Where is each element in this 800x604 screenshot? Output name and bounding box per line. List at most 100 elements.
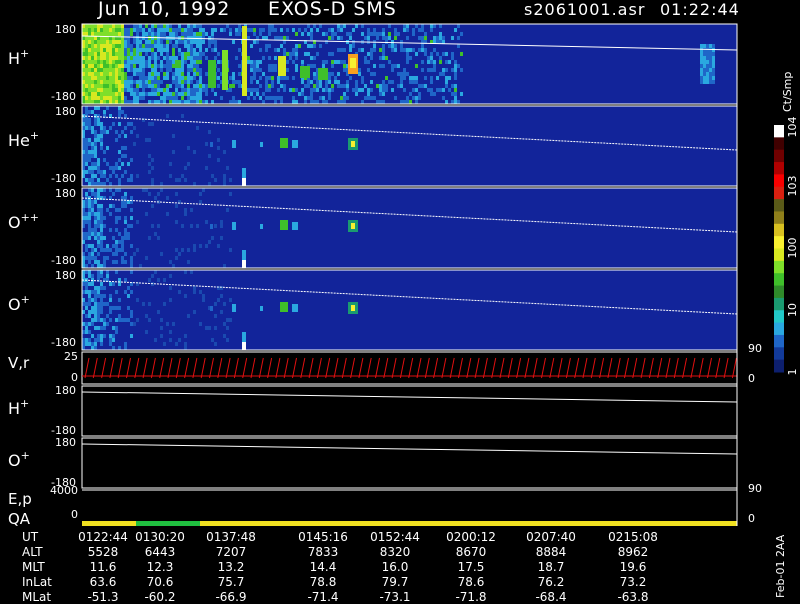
spectrogram-cell (181, 84, 184, 88)
spectrogram-cell (193, 48, 196, 52)
spectrogram-cell (124, 100, 127, 104)
spectrogram-cell (358, 48, 361, 52)
spectrogram-cell (94, 182, 97, 186)
spectrogram-cell (442, 52, 445, 56)
spectrogram-cell (103, 150, 106, 154)
spectrogram-cell (211, 338, 214, 342)
spectrogram-cell (130, 322, 133, 326)
spectrogram-cell (361, 80, 364, 84)
spectrogram-cell (403, 68, 406, 72)
spectrogram-cell (88, 64, 91, 68)
spectrogram-cell (175, 248, 178, 252)
spectrogram-feature (242, 26, 247, 96)
spectrogram-cell (88, 40, 91, 44)
spectrogram-cell (97, 44, 100, 48)
spectrogram-cell (193, 96, 196, 100)
spectrogram-cell (109, 28, 112, 32)
spectrogram-cell (133, 40, 136, 44)
spectrogram-cell (100, 286, 103, 290)
spectrogram-cell (139, 36, 142, 40)
spectrogram-cell (169, 174, 172, 178)
spectrogram-cell (124, 56, 127, 60)
spectrogram-cell (196, 84, 199, 88)
spectrogram-cell (115, 60, 118, 64)
spectrogram-cell (97, 178, 100, 182)
spectrogram-cell (172, 264, 175, 268)
spectrogram-cell (265, 88, 268, 92)
spectrogram-cell (190, 68, 193, 72)
spectrogram-cell (271, 96, 274, 100)
spectrogram-cell (100, 44, 103, 48)
spectrogram-cell (193, 150, 196, 154)
spectrogram-cell (259, 96, 262, 100)
spectrogram-cell (382, 52, 385, 56)
spectrogram-cell (427, 88, 430, 92)
spectrogram-cell (205, 32, 208, 36)
spectrogram-cell (91, 248, 94, 252)
spectrogram-cell (268, 76, 271, 80)
spectrogram-cell (277, 88, 280, 92)
spectrogram-cell (337, 84, 340, 88)
spectrogram-cell (100, 92, 103, 96)
spectrogram-cell (139, 24, 142, 28)
spectrogram-cell (88, 244, 91, 248)
spectrogram-cell (145, 212, 148, 216)
spectrogram-cell (424, 84, 427, 88)
spectrogram-cell (124, 84, 127, 88)
spectrogram-cell (313, 88, 316, 92)
colorbar-segment (774, 149, 784, 163)
spectrogram-cell (166, 212, 169, 216)
spectrogram-cell (181, 88, 184, 92)
spectrogram-cell (211, 28, 214, 32)
colorbar-segment (774, 236, 784, 249)
spectrogram-cell (148, 192, 151, 196)
spectrogram-cell (106, 80, 109, 84)
spectrogram-cell (403, 72, 406, 76)
spectrogram-cell (148, 302, 151, 306)
spectrogram-cell (229, 32, 232, 36)
spectrogram-cell (451, 92, 454, 96)
spectrogram-cell (127, 44, 130, 48)
spectrogram-cell (142, 48, 145, 52)
spectrogram-cell (427, 68, 430, 72)
spectrogram-cell (94, 166, 97, 170)
spectrogram-cell (217, 76, 220, 80)
spectrogram-feature (351, 141, 355, 147)
info-value: -71.8 (455, 590, 487, 604)
spectrogram-feature (300, 66, 310, 78)
spectrogram-cell (94, 302, 97, 306)
spectrogram-cell (385, 76, 388, 80)
spectrogram-cell (190, 60, 193, 64)
spectrogram-cell (130, 270, 133, 274)
spectrogram-cell (190, 56, 193, 60)
spectrogram-cell (334, 80, 337, 84)
spectrogram-cell (85, 146, 88, 150)
spectrogram-cell (166, 96, 169, 100)
spectrogram-cell (160, 252, 163, 256)
spectrogram-cell (97, 196, 100, 200)
spectrogram-cell (100, 248, 103, 252)
spectrogram-cell (112, 282, 115, 286)
spectrogram-cell (130, 44, 133, 48)
spectrogram-cell (169, 64, 172, 68)
info-value: 7207 (215, 545, 247, 559)
spectrogram-cell (103, 256, 106, 260)
spectrogram-cell (130, 196, 133, 200)
spectrogram-cell (94, 40, 97, 44)
spectrogram-cell (250, 92, 253, 96)
spectrogram-cell (199, 52, 202, 56)
spectrogram-cell (115, 68, 118, 72)
spectrogram-cell (346, 84, 349, 88)
spectrogram-cell (100, 80, 103, 84)
spectrogram-cell (100, 138, 103, 142)
spectrogram-cell (88, 228, 91, 232)
spectrogram-cell (280, 44, 283, 48)
spectrogram-cell (103, 126, 106, 130)
spectrogram-cell (205, 88, 208, 92)
spectrogram-cell (124, 48, 127, 52)
colorbar-title: Ct/Smp (781, 71, 794, 112)
spectrogram-cell (94, 114, 97, 118)
spectrogram-cell (196, 126, 199, 130)
spectrogram-cell (109, 96, 112, 100)
spectrogram-cell (205, 48, 208, 52)
